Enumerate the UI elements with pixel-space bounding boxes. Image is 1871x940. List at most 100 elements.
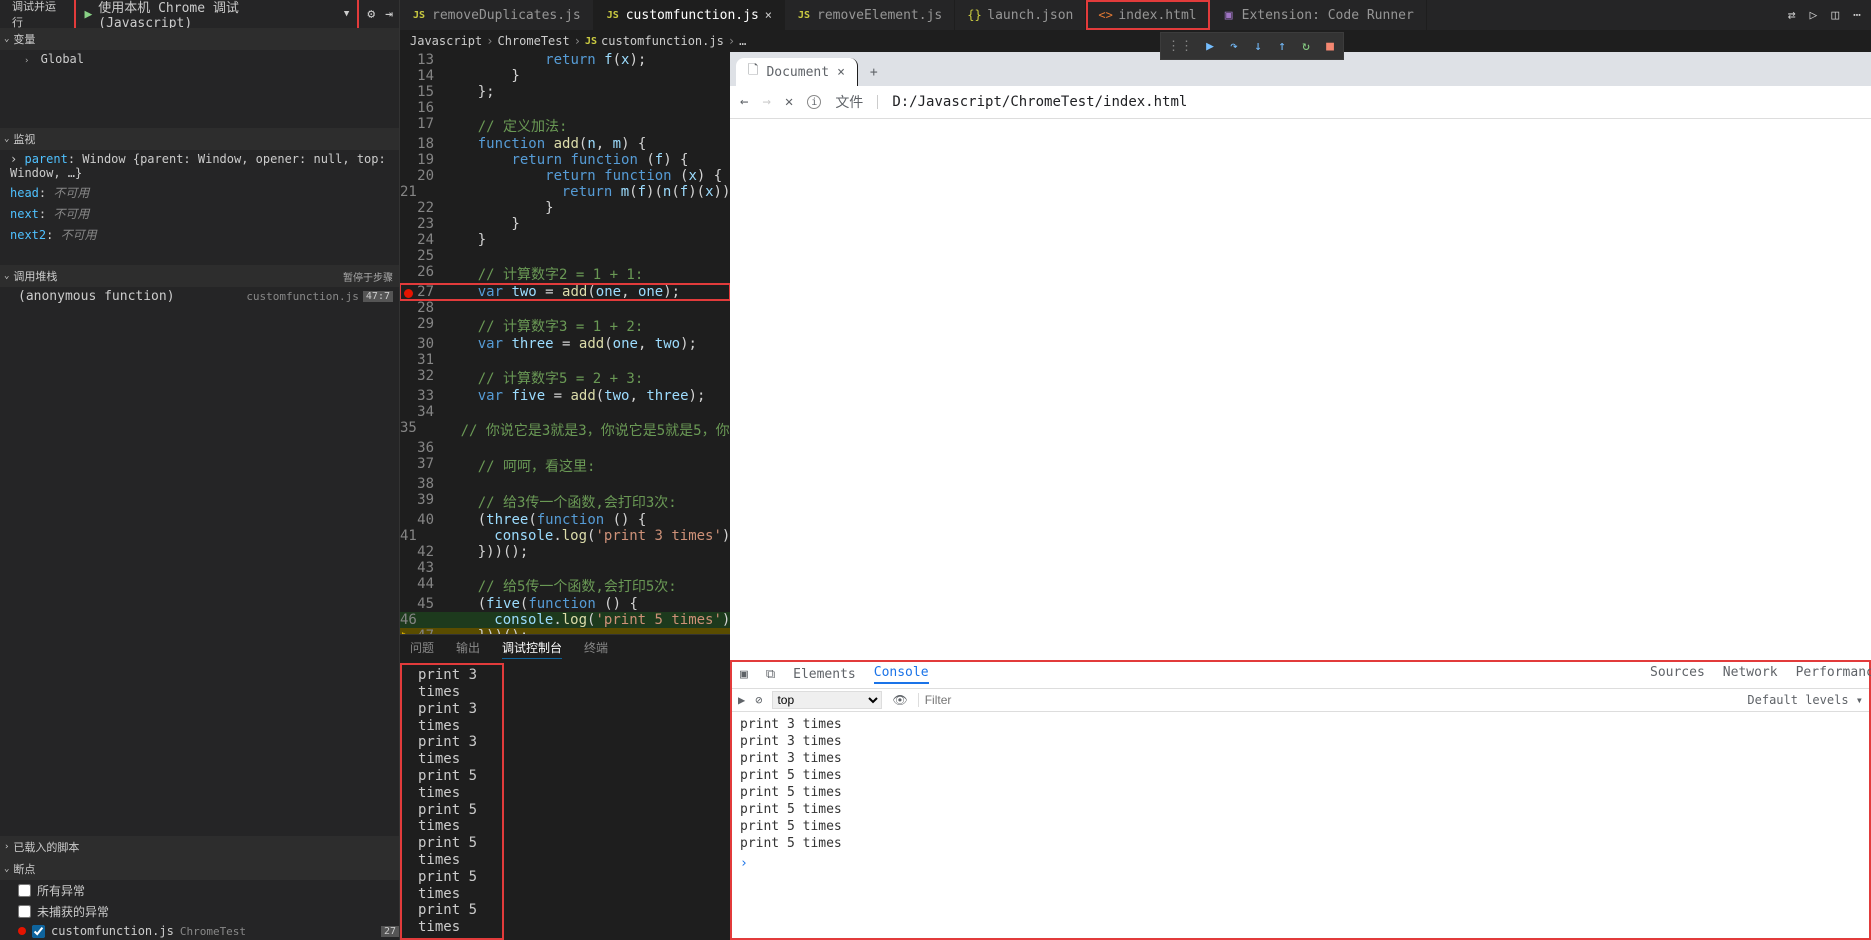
code-line[interactable]: 43 bbox=[400, 560, 730, 576]
browser-tab[interactable]: 🗋 Document × bbox=[736, 58, 858, 86]
continue-button[interactable]: ▶ bbox=[1199, 35, 1221, 57]
code-line[interactable]: 34 bbox=[400, 404, 730, 420]
watch-section-head[interactable]: ⌄ 监视 bbox=[0, 128, 399, 150]
new-tab-button[interactable]: + bbox=[862, 65, 886, 80]
breadcrumb[interactable]: Javascript› ChromeTest› JS customfunctio… bbox=[400, 30, 1871, 52]
checkbox[interactable] bbox=[18, 884, 31, 897]
console-prompt[interactable]: › bbox=[730, 856, 1871, 871]
checkbox[interactable] bbox=[18, 905, 31, 918]
chevron-down-icon: ▼ bbox=[344, 9, 349, 19]
code-line[interactable]: 14 } bbox=[400, 68, 730, 84]
editor-action-icon[interactable]: ⇄ bbox=[1788, 8, 1796, 23]
code-line[interactable]: 13 return f(x); bbox=[400, 52, 730, 68]
forward-button[interactable]: → bbox=[762, 94, 770, 110]
code-line[interactable]: 42 }))(); bbox=[400, 544, 730, 560]
editor-tab[interactable]: JScustomfunction.js× bbox=[594, 0, 785, 30]
devtools-tab[interactable]: Performance bbox=[1796, 665, 1871, 680]
stop-button[interactable]: ■ bbox=[1319, 35, 1341, 57]
restart-button[interactable]: ↻ bbox=[1295, 35, 1317, 57]
editor-action-icon[interactable]: ▷ bbox=[1810, 8, 1818, 23]
step-out-button[interactable]: ↑ bbox=[1271, 35, 1293, 57]
device-icon[interactable]: ⧉ bbox=[766, 667, 775, 682]
code-line[interactable]: 17 // 定义加法: bbox=[400, 116, 730, 136]
panel-tab[interactable]: 终端 bbox=[584, 639, 608, 659]
code-line[interactable]: 32 // 计算数字5 = 2 + 3: bbox=[400, 368, 730, 388]
code-line[interactable]: 22 } bbox=[400, 200, 730, 216]
callstack-section-head[interactable]: ⌄ 调用堆栈 暂停于步骤 bbox=[0, 265, 399, 287]
code-line[interactable]: 15 }; bbox=[400, 84, 730, 100]
code-line[interactable]: 16 bbox=[400, 100, 730, 116]
panel-tab[interactable]: 问题 bbox=[410, 639, 434, 659]
watch-item[interactable]: › parent: Window {parent: Window, opener… bbox=[10, 150, 389, 182]
breakpoint-all-exceptions[interactable]: 所有异常 bbox=[0, 880, 399, 901]
url-text[interactable]: D:/Javascript/ChromeTest/index.html bbox=[892, 94, 1187, 110]
code-line[interactable]: 28 bbox=[400, 300, 730, 316]
editor-action-icon[interactable]: ⋯ bbox=[1853, 8, 1861, 23]
code-editor[interactable]: 13 return f(x);14 }15 };1617 // 定义加法:18 … bbox=[400, 52, 730, 940]
close-icon[interactable]: × bbox=[765, 8, 772, 22]
context-dropdown[interactable]: top bbox=[772, 691, 882, 709]
code-line[interactable]: 24 } bbox=[400, 232, 730, 248]
code-line[interactable]: 45 (five(function () { bbox=[400, 596, 730, 612]
editor-tab[interactable]: ▣Extension: Code Runner bbox=[1210, 0, 1427, 30]
breakpoint-uncaught[interactable]: 未捕获的异常 bbox=[0, 901, 399, 922]
editor-tab[interactable]: JSremoveDuplicates.js bbox=[400, 0, 594, 30]
devtools-tab-console[interactable]: Console bbox=[874, 665, 929, 684]
devtools-tab[interactable]: Network bbox=[1723, 665, 1778, 680]
info-icon[interactable]: i bbox=[807, 95, 821, 109]
filter-input[interactable] bbox=[918, 693, 1118, 707]
checkbox[interactable] bbox=[32, 925, 45, 938]
watch-item[interactable]: next2: 不可用 bbox=[10, 224, 389, 245]
stop-reload-button[interactable]: ✕ bbox=[785, 94, 793, 110]
code-line[interactable]: 39 // 给3传一个函数,会打印3次: bbox=[400, 492, 730, 512]
code-line[interactable]: 38 bbox=[400, 476, 730, 492]
play-icon[interactable]: ▶ bbox=[738, 693, 745, 707]
devtools-tab-elements[interactable]: Elements bbox=[793, 667, 856, 682]
code-line[interactable]: 27 var two = add(one, one); bbox=[400, 284, 730, 300]
variables-section-head[interactable]: ⌄ 变量 bbox=[0, 28, 399, 50]
editor-tab[interactable]: JSremoveElement.js bbox=[785, 0, 955, 30]
code-line[interactable]: 41 console.log('print 3 times'); bbox=[400, 528, 730, 544]
panel-tab[interactable]: 输出 bbox=[456, 639, 480, 659]
code-line[interactable]: 46 console.log('print 5 times'); bbox=[400, 612, 730, 628]
code-line[interactable]: 18 function add(n, m) { bbox=[400, 136, 730, 152]
code-line[interactable]: 20 return function (x) { bbox=[400, 168, 730, 184]
code-line[interactable]: 33 var five = add(two, three); bbox=[400, 388, 730, 404]
editor-action-icon[interactable]: ◫ bbox=[1831, 8, 1839, 23]
devtools-tab[interactable]: Sources bbox=[1650, 665, 1705, 680]
panel-icon[interactable]: ⇥ bbox=[385, 7, 393, 22]
step-over-button[interactable]: ↷ bbox=[1223, 35, 1245, 57]
drag-grip-icon[interactable]: ⋮⋮ bbox=[1163, 39, 1197, 54]
variables-global[interactable]: › Global bbox=[10, 50, 389, 68]
breakpoint-file[interactable]: customfunction.js ChromeTest 27 bbox=[0, 922, 399, 940]
code-line[interactable]: 26 // 计算数字2 = 1 + 1: bbox=[400, 264, 730, 284]
log-levels-dropdown[interactable]: Default levels ▾ bbox=[1747, 693, 1863, 707]
back-button[interactable]: ← bbox=[740, 94, 748, 110]
close-icon[interactable]: × bbox=[837, 65, 845, 80]
code-line[interactable]: 21 return m(f)(n(f)(x)); bbox=[400, 184, 730, 200]
code-line[interactable]: 40 (three(function () { bbox=[400, 512, 730, 528]
code-line[interactable]: 19 return function (f) { bbox=[400, 152, 730, 168]
loaded-scripts-head[interactable]: › 已载入的脚本 bbox=[0, 836, 399, 858]
code-line[interactable]: 31 bbox=[400, 352, 730, 368]
code-line[interactable]: 35 // 你说它是3就是3，你说它是5就是5，你怎么证明 bbox=[400, 420, 730, 440]
inspect-icon[interactable]: ▣ bbox=[740, 667, 748, 682]
watch-item[interactable]: next: 不可用 bbox=[10, 203, 389, 224]
callstack-frame[interactable]: (anonymous function) customfunction.js 4… bbox=[0, 287, 399, 306]
code-line[interactable]: 29 // 计算数字3 = 1 + 2: bbox=[400, 316, 730, 336]
code-line[interactable]: 30 var three = add(one, two); bbox=[400, 336, 730, 352]
clear-icon[interactable]: ⊘ bbox=[755, 693, 762, 707]
editor-tab[interactable]: <>index.html bbox=[1086, 0, 1209, 30]
gear-icon[interactable]: ⚙ bbox=[367, 7, 375, 22]
code-line[interactable]: 25 bbox=[400, 248, 730, 264]
panel-tab[interactable]: 调试控制台 bbox=[502, 639, 562, 659]
editor-tab[interactable]: {}launch.json bbox=[955, 0, 1086, 30]
step-into-button[interactable]: ↓ bbox=[1247, 35, 1269, 57]
eye-icon[interactable]: 👁 bbox=[892, 693, 907, 707]
watch-item[interactable]: head: 不可用 bbox=[10, 182, 389, 203]
breakpoints-head[interactable]: ⌄ 断点 bbox=[0, 858, 399, 880]
code-line[interactable]: 44 // 给5传一个函数,会打印5次: bbox=[400, 576, 730, 596]
code-line[interactable]: 23 } bbox=[400, 216, 730, 232]
code-line[interactable]: 37 // 呵呵，看这里: bbox=[400, 456, 730, 476]
code-line[interactable]: 36 bbox=[400, 440, 730, 456]
